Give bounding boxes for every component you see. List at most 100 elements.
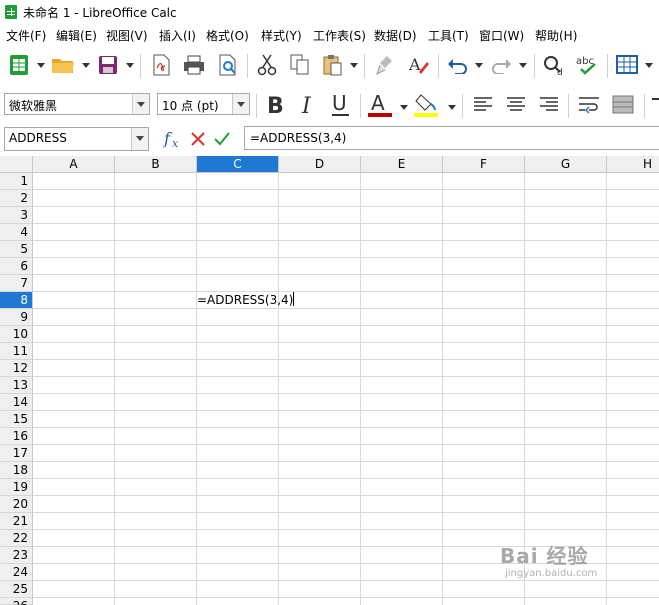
name-box[interactable]: ADDRESS (4, 127, 149, 151)
row-header[interactable]: 1 (0, 173, 33, 190)
underline-icon[interactable]: U (328, 92, 354, 118)
watermark-logo: Bai 经验 (500, 544, 589, 568)
undo-icon[interactable] (445, 52, 471, 78)
spreadsheet-grid[interactable]: A B C D E F G H 1 2 3 4 5 6 7 8 9 10 11 … (0, 156, 659, 605)
column-header-h[interactable]: H (607, 156, 659, 173)
row-header[interactable]: 10 (0, 326, 33, 343)
clear-format-icon[interactable]: A (405, 52, 431, 78)
redo-icon[interactable] (488, 52, 514, 78)
menu-insert[interactable]: 插入(I) (159, 27, 196, 44)
italic-icon[interactable]: I (295, 92, 321, 118)
print-icon[interactable] (181, 52, 207, 78)
menu-window[interactable]: 窗口(W) (479, 27, 524, 44)
menu-bar: 文件(F) 编辑(E) 视图(V) 插入(I) 格式(O) 样式(Y) 工作表(… (0, 24, 659, 46)
clone-format-icon[interactable] (372, 52, 398, 78)
bold-icon[interactable]: B (262, 92, 288, 118)
chevron-down-icon[interactable] (132, 94, 149, 114)
menu-help[interactable]: 帮助(H) (535, 27, 577, 44)
row-header[interactable]: 18 (0, 462, 33, 479)
row-header[interactable]: 5 (0, 241, 33, 258)
row-header[interactable]: 12 (0, 360, 33, 377)
overflow-icon[interactable] (652, 98, 659, 100)
row-header[interactable]: 7 (0, 275, 33, 292)
print-preview-icon[interactable] (215, 52, 241, 78)
formula-bar: ADDRESS fx =ADDRESS(3,4) (0, 126, 659, 154)
row-header[interactable]: 13 (0, 377, 33, 394)
row-header[interactable]: 14 (0, 394, 33, 411)
menu-format[interactable]: 格式(O) (206, 27, 249, 44)
row-header[interactable]: 17 (0, 445, 33, 462)
calc-app-icon (5, 5, 17, 19)
row-header[interactable]: 3 (0, 207, 33, 224)
column-header-e[interactable]: E (361, 156, 443, 173)
active-cell-c8[interactable]: =ADDRESS(3,4) (197, 292, 295, 309)
row-header[interactable]: 23 (0, 547, 33, 564)
open-folder-icon[interactable] (50, 52, 76, 78)
row-header-selected[interactable]: 8 (0, 292, 33, 309)
row-header[interactable]: 22 (0, 530, 33, 547)
menu-file[interactable]: 文件(F) (6, 27, 46, 44)
save-icon[interactable] (95, 52, 121, 78)
svg-text:abc: abc (576, 56, 594, 67)
export-pdf-icon[interactable] (148, 52, 174, 78)
row-header[interactable]: 19 (0, 479, 33, 496)
formula-input[interactable]: =ADDRESS(3,4) (244, 126, 659, 150)
row-header[interactable]: 2 (0, 190, 33, 207)
function-wizard-icon[interactable]: fx (160, 126, 186, 152)
copy-icon[interactable] (287, 52, 313, 78)
row-header[interactable]: 20 (0, 496, 33, 513)
row-header[interactable]: 15 (0, 411, 33, 428)
merge-cells-icon[interactable] (610, 92, 636, 118)
menu-data[interactable]: 数据(D) (374, 27, 417, 44)
svg-text:A: A (408, 55, 421, 74)
row-header[interactable]: 9 (0, 309, 33, 326)
row-header[interactable]: 4 (0, 224, 33, 241)
column-header-g[interactable]: G (525, 156, 607, 173)
spellcheck-icon[interactable]: abc (575, 52, 601, 78)
font-color-icon[interactable]: A (367, 92, 393, 118)
column-header-a[interactable]: A (33, 156, 115, 173)
column-header-c[interactable]: C (197, 156, 279, 173)
row-header[interactable]: 16 (0, 428, 33, 445)
row-header[interactable]: 26 (0, 598, 33, 605)
svg-text:B: B (267, 94, 284, 116)
paste-icon[interactable] (320, 52, 346, 78)
active-cell-text: =ADDRESS(3,4 (197, 293, 289, 307)
menu-styles[interactable]: 样式(Y) (261, 27, 302, 44)
new-doc-icon[interactable] (6, 52, 32, 78)
row-header[interactable]: 6 (0, 258, 33, 275)
select-all-corner[interactable] (0, 156, 33, 173)
menu-edit[interactable]: 编辑(E) (56, 27, 97, 44)
cut-icon[interactable] (254, 52, 280, 78)
row-header[interactable]: 25 (0, 581, 33, 598)
chevron-down-icon[interactable] (232, 94, 249, 114)
svg-text:d: d (557, 68, 563, 76)
row-header[interactable]: 21 (0, 513, 33, 530)
align-center-icon[interactable] (503, 92, 529, 118)
table-borders-icon[interactable] (614, 52, 640, 78)
cancel-icon[interactable] (185, 126, 211, 152)
accept-icon[interactable] (209, 126, 235, 152)
menu-view[interactable]: 视图(V) (106, 27, 148, 44)
svg-text:U: U (332, 93, 347, 115)
row-header[interactable]: 24 (0, 564, 33, 581)
column-header-d[interactable]: D (279, 156, 361, 173)
highlight-icon[interactable] (413, 92, 439, 118)
wrap-text-icon[interactable] (576, 92, 602, 118)
font-name-value: 微软雅黑 (9, 99, 58, 113)
align-left-icon[interactable] (470, 92, 496, 118)
chevron-down-icon[interactable] (131, 128, 148, 150)
menu-sheet[interactable]: 工作表(S) (313, 27, 366, 44)
menu-tools[interactable]: 工具(T) (428, 27, 469, 44)
find-replace-icon[interactable]: d (541, 52, 567, 78)
window-title: 未命名 1 - LibreOffice Calc (23, 6, 177, 20)
watermark-url: jingyan.baidu.com (505, 568, 598, 579)
font-name-combobox[interactable]: 微软雅黑 (4, 93, 150, 115)
align-right-icon[interactable] (536, 92, 562, 118)
row-header[interactable]: 11 (0, 343, 33, 360)
column-header-b[interactable]: B (115, 156, 197, 173)
text-cursor (293, 292, 295, 306)
column-header-f[interactable]: F (443, 156, 525, 173)
font-size-combobox[interactable]: 10 点 (pt) (157, 93, 250, 115)
formula-input-value: =ADDRESS(3,4) (250, 131, 347, 145)
